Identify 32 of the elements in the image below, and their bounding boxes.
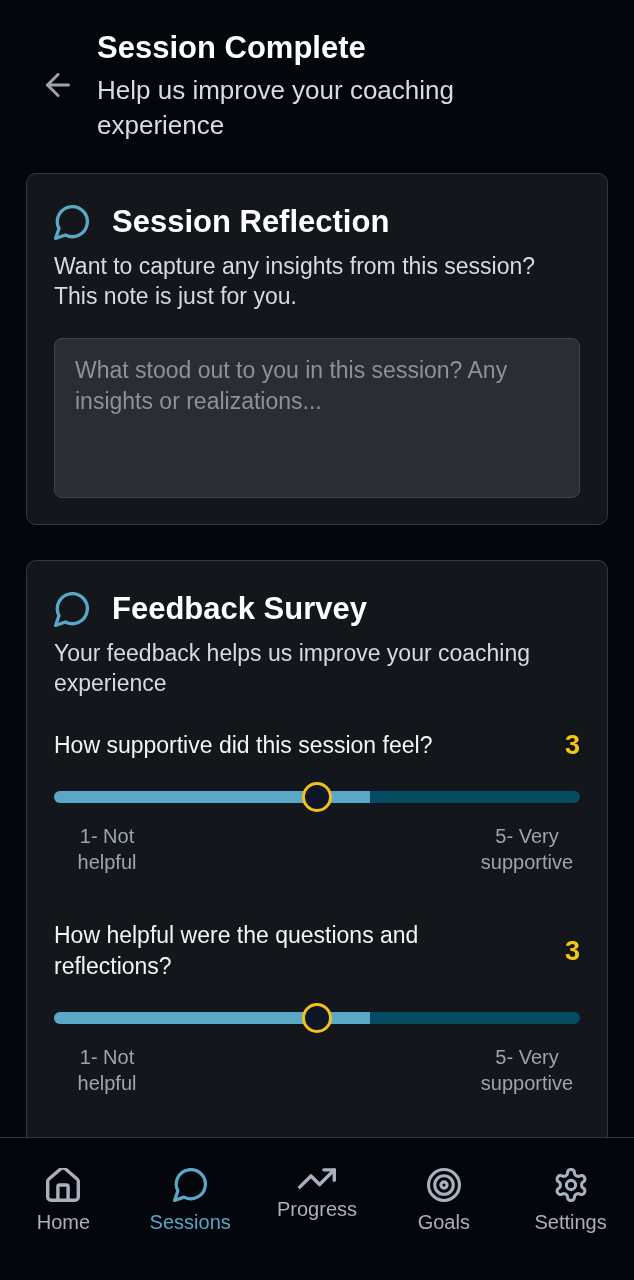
nav-tab[interactable]: Goals (417, 1168, 470, 1234)
chat-bubble-icon (173, 1168, 208, 1202)
card-description: Your feedback helps us improve your coaching experience (54, 639, 532, 698)
chat-bubble-icon (54, 591, 89, 627)
chat-bubble-icon (54, 204, 89, 240)
home-icon (46, 1168, 81, 1202)
question-text: How helpful were the questions and reflections? (54, 921, 420, 981)
target-icon (426, 1168, 461, 1202)
slider-thumb[interactable] (302, 1003, 332, 1033)
rating-slider[interactable] (54, 1003, 580, 1033)
rating-slider[interactable] (54, 782, 580, 812)
scale-max-label: 5- Very supportive (479, 1045, 575, 1096)
back-button[interactable] (46, 73, 70, 97)
card-description: Want to capture any insights from this session? This note is just for you. (54, 252, 537, 311)
scale-min-label: 1- Not helpful (76, 824, 138, 875)
settings-icon (553, 1168, 588, 1202)
note-field[interactable]: What stood out to you in this session? Any insights or realizations... (54, 338, 580, 498)
question-text: How supportive did this session feel? (54, 730, 433, 760)
nav-tab[interactable]: Progress (276, 1168, 357, 1221)
card-title: Feedback Survey (112, 590, 368, 628)
rating-value: 3 (564, 729, 580, 761)
nav-tab[interactable]: Home (36, 1168, 91, 1234)
scale-max-label: 5- Very supportive (479, 824, 575, 875)
scale-min-label: 1- Not helpful (76, 1045, 138, 1096)
rating-value: 3 (564, 935, 580, 967)
slider-thumb[interactable] (302, 782, 332, 812)
page-title: Session Complete (97, 29, 367, 67)
nav-tab[interactable]: Sessions (149, 1168, 231, 1234)
page-subtitle: Help us improve your coaching experience (97, 74, 455, 142)
nav-tab[interactable]: Settings (534, 1168, 607, 1234)
trend-arrow-icon (298, 1168, 336, 1189)
card-title: Session Reflection (112, 203, 390, 241)
